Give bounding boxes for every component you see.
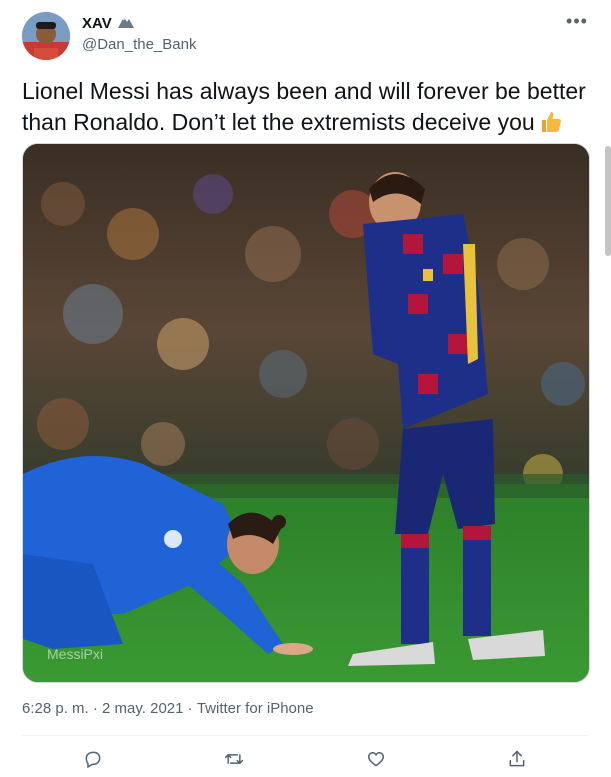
share-button[interactable] [500,742,534,776]
retweet-icon [225,754,244,764]
more-horizontal-icon: ••• [566,10,588,31]
more-options-button[interactable]: ••• [563,10,591,32]
tweet-source[interactable]: Twitter for iPhone [197,700,314,717]
tweet-date[interactable]: 2 may. 2021 [102,700,183,717]
like-icon [367,751,384,767]
tweet-photo[interactable]: MessiPxi [22,143,590,683]
photo-watermark: MessiPxi [47,646,103,662]
author-avatar[interactable] [22,12,70,60]
share-icon [509,750,525,767]
tweet: XAV @Dan_the_Bank ••• Lionel Messi has a… [0,0,611,777]
tweet-meta: 6:28 p. m. · 2 may. 2021 · Twitter for i… [22,700,314,717]
tweet-text: Lionel Messi has always been and will fo… [22,76,594,142]
tweet-actions [22,743,588,775]
meta-separator-2: · [183,700,197,717]
author-handle[interactable]: @Dan_the_Bank [82,36,196,53]
thumbs-up-icon [539,110,563,142]
tweet-time[interactable]: 6:28 p. m. [22,700,89,717]
tweet-text-body: Lionel Messi has always been and will fo… [22,78,586,135]
author-name-row[interactable]: XAV [82,14,134,33]
scrollbar[interactable] [605,146,611,256]
meta-separator: · [88,700,103,717]
like-button[interactable] [359,742,393,776]
retweet-button[interactable] [217,742,251,776]
divider [22,735,588,736]
photo-canvas: MessiPxi [23,144,589,682]
author-display-name[interactable]: XAV [82,15,112,32]
reply-icon [85,751,101,769]
mountain-emoji-icon [117,14,134,33]
reply-button[interactable] [76,742,110,776]
